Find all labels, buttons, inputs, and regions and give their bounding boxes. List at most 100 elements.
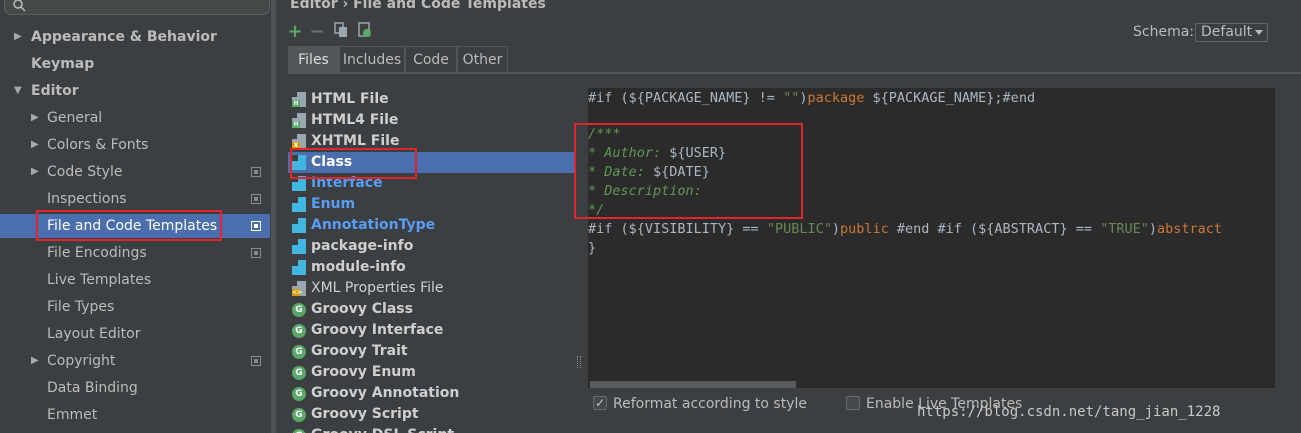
- settings-search-input[interactable]: [4, 0, 270, 15]
- tree-item-label: Live Templates: [47, 272, 152, 288]
- tree-item-file-types[interactable]: File Types: [0, 295, 270, 319]
- reformat-checkbox[interactable]: ✓: [593, 396, 607, 410]
- tree-item-file-encodings[interactable]: File Encodings: [0, 241, 270, 265]
- tab-files[interactable]: Files: [288, 46, 339, 72]
- template-name: Groovy Enum: [311, 364, 416, 380]
- tree-item-layout-editor[interactable]: Layout Editor: [0, 322, 270, 346]
- template-item-module-info[interactable]: module-info: [288, 257, 574, 278]
- tree-item-label: Keymap: [31, 56, 95, 72]
- template-item-groovy-dsl-script[interactable]: G Groovy DSL Script: [288, 425, 574, 433]
- template-name: HTML4 File: [311, 112, 399, 128]
- template-item-groovy-annotation[interactable]: G Groovy Annotation: [288, 383, 574, 404]
- tab-label: Files: [298, 52, 329, 68]
- template-item-groovy-interface[interactable]: G Groovy Interface: [288, 320, 574, 341]
- tab-code[interactable]: Code: [405, 46, 457, 72]
- schema-label: Schema:: [1133, 24, 1195, 40]
- tab-label: Includes: [342, 52, 402, 68]
- tree-item-inspections[interactable]: Inspections: [0, 187, 270, 211]
- template-name: Groovy Script: [311, 406, 419, 422]
- tree-item-general[interactable]: ▶ General: [0, 106, 270, 130]
- expand-arrow-icon[interactable]: ▶: [31, 349, 39, 373]
- reset-icon[interactable]: [356, 22, 374, 42]
- template-item-annotationtype[interactable]: AnnotationType: [288, 215, 574, 236]
- template-name: Groovy Class: [311, 301, 413, 317]
- tree-item-label: Colors & Fonts: [47, 137, 149, 153]
- expand-arrow-icon[interactable]: ▶: [31, 160, 39, 184]
- tree-item-colors-fonts[interactable]: ▶ Colors & Fonts: [0, 133, 270, 157]
- editor-scrollbar-thumb[interactable]: [590, 381, 796, 388]
- groovy-icon: G: [292, 387, 306, 401]
- tree-item-emmet[interactable]: Emmet: [0, 403, 270, 427]
- highlight-box: [574, 123, 803, 219]
- code-line-closing-brace: }: [588, 240, 597, 256]
- template-name: module-info: [311, 259, 406, 275]
- tree-item-code-style[interactable]: ▶ Code Style: [0, 160, 270, 184]
- expand-arrow-icon[interactable]: ▶: [31, 133, 39, 157]
- project-scope-icon: [251, 356, 261, 366]
- project-scope-icon: [251, 248, 261, 258]
- template-item-groovy-script[interactable]: G Groovy Script: [288, 404, 574, 425]
- groovy-icon: G: [292, 345, 306, 359]
- template-item-groovy-enum[interactable]: G Groovy Enum: [288, 362, 574, 383]
- groovy-icon: G: [292, 366, 306, 380]
- template-item-html4-file[interactable]: H HTML4 File: [288, 110, 574, 131]
- right-edge-strip: [1285, 74, 1301, 433]
- tab-label: Other: [462, 52, 503, 68]
- expand-arrow-icon[interactable]: ▶: [14, 25, 22, 49]
- template-item-groovy-trait[interactable]: G Groovy Trait: [288, 341, 574, 362]
- template-name: HTML File: [311, 91, 389, 107]
- tree-item-label: Copyright: [47, 353, 116, 369]
- highlight-box: [36, 210, 222, 241]
- html-file-icon: H: [292, 113, 306, 128]
- xml-file-icon: <>: [292, 281, 306, 296]
- template-name: Groovy Annotation: [311, 385, 460, 401]
- chevron-down-icon: [1255, 30, 1263, 35]
- tree-item-data-binding[interactable]: Data Binding: [0, 376, 270, 400]
- template-name: Groovy Interface: [311, 322, 444, 338]
- copy-icon[interactable]: [332, 22, 350, 42]
- tree-item-label: Layout Editor: [47, 326, 141, 342]
- live-templates-checkbox[interactable]: [846, 396, 860, 410]
- template-name: package-info: [311, 238, 414, 254]
- tree-item-copyright[interactable]: ▶ Copyright: [0, 349, 270, 373]
- html-file-icon: H: [292, 92, 306, 107]
- tree-item-label: Code Style: [47, 164, 123, 180]
- template-list: H HTML File H HTML4 File X XHTML File Cl…: [288, 88, 574, 433]
- java-file-icon: [292, 239, 306, 254]
- java-file-icon: [292, 260, 306, 275]
- tree-item-label: Editor: [31, 83, 79, 99]
- tree-item-appearance-behavior[interactable]: ▶ Appearance & Behavior: [0, 25, 270, 49]
- groovy-icon: G: [292, 408, 306, 422]
- code-line-class-decl: #if (${VISIBILITY} == "PUBLIC")public #e…: [588, 221, 1223, 237]
- tree-item-live-templates[interactable]: Live Templates: [0, 268, 270, 292]
- template-item-package-info[interactable]: package-info: [288, 236, 574, 257]
- template-item-enum[interactable]: Enum: [288, 194, 574, 215]
- tree-item-label: File Encodings: [47, 245, 147, 261]
- template-item-groovy-class[interactable]: G Groovy Class: [288, 299, 574, 320]
- breadcrumb: Editor › File and Code Templates: [290, 0, 546, 12]
- code-line-1: #if (${PACKAGE_NAME} != "")package ${PAC…: [588, 90, 1036, 106]
- java-annotation-icon: [292, 218, 306, 233]
- settings-tree: ▶ Appearance & Behavior Keymap ▼ Editor …: [0, 0, 270, 433]
- search-icon: [13, 0, 26, 12]
- template-name: XML Properties File: [311, 280, 444, 296]
- groovy-icon: G: [292, 303, 306, 317]
- expand-arrow-icon[interactable]: ▶: [31, 106, 39, 130]
- schema-dropdown[interactable]: Default: [1195, 23, 1268, 42]
- collapse-arrow-icon[interactable]: ▼: [14, 79, 22, 103]
- tree-item-label: Inspections: [47, 191, 127, 207]
- remove-icon[interactable]: −: [308, 22, 326, 42]
- reformat-label: Reformat according to style: [613, 396, 807, 412]
- groovy-icon: G: [292, 324, 306, 338]
- tree-item-keymap[interactable]: Keymap: [0, 52, 270, 76]
- project-scope-icon: [251, 221, 261, 231]
- add-icon[interactable]: +: [286, 22, 304, 42]
- panel-splitter[interactable]: [270, 0, 279, 433]
- tab-label: Code: [413, 52, 449, 68]
- template-item-html-file[interactable]: H HTML File: [288, 89, 574, 110]
- highlight-box: [290, 148, 417, 179]
- tab-other[interactable]: Other: [457, 46, 508, 72]
- template-item-xml-properties-file[interactable]: <> XML Properties File: [288, 278, 574, 299]
- tree-item-editor[interactable]: ▼ Editor: [0, 79, 270, 103]
- tab-includes[interactable]: Includes: [339, 46, 405, 72]
